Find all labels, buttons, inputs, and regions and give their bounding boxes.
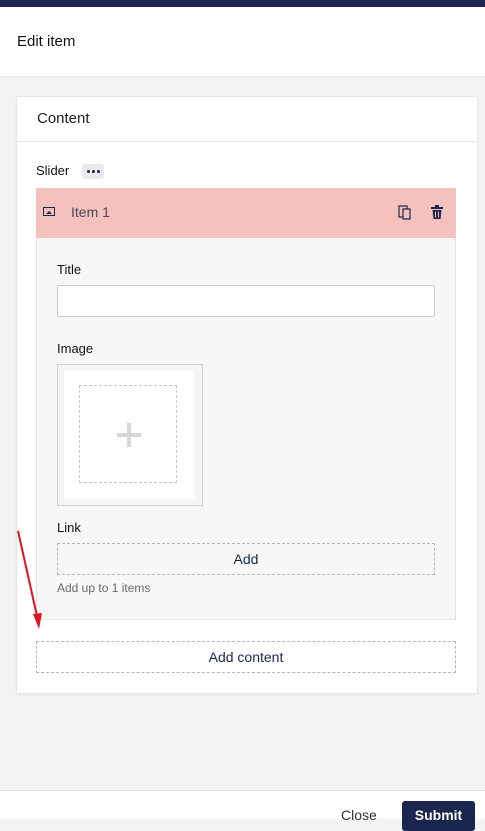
more-icon-dot (91, 170, 95, 173)
plus-icon (117, 423, 141, 447)
slider-item-header[interactable]: Item 1 (36, 188, 456, 238)
content-panel-title: Content (37, 110, 90, 127)
title-input[interactable] (57, 285, 435, 317)
dialog-header: Edit item (0, 7, 485, 77)
link-hint: Add up to 1 items (57, 581, 151, 595)
slider-more-button[interactable] (82, 164, 104, 179)
top-accent-bar (0, 0, 485, 7)
dialog-title: Edit item (17, 33, 76, 50)
image-picker-inner (64, 371, 194, 499)
dialog-footer: Close Submit (0, 790, 485, 831)
close-button[interactable]: Close (341, 807, 377, 823)
link-add-button[interactable]: Add (57, 543, 435, 575)
content-panel-header: Content (17, 97, 477, 142)
slider-label: Slider (36, 163, 70, 178)
copy-icon[interactable] (398, 205, 412, 220)
submit-button[interactable]: Submit (402, 801, 475, 831)
title-label: Title (57, 262, 82, 277)
image-icon (43, 207, 55, 216)
image-picker[interactable] (57, 364, 203, 506)
image-dropzone[interactable] (79, 385, 177, 483)
more-icon-dot (96, 170, 100, 173)
more-icon-dot (86, 170, 90, 173)
image-label: Image (57, 341, 94, 356)
slider-item-name: Item 1 (71, 204, 110, 220)
trash-icon[interactable] (430, 204, 444, 220)
add-content-button[interactable]: Add content (36, 641, 456, 673)
link-label: Link (57, 520, 81, 535)
